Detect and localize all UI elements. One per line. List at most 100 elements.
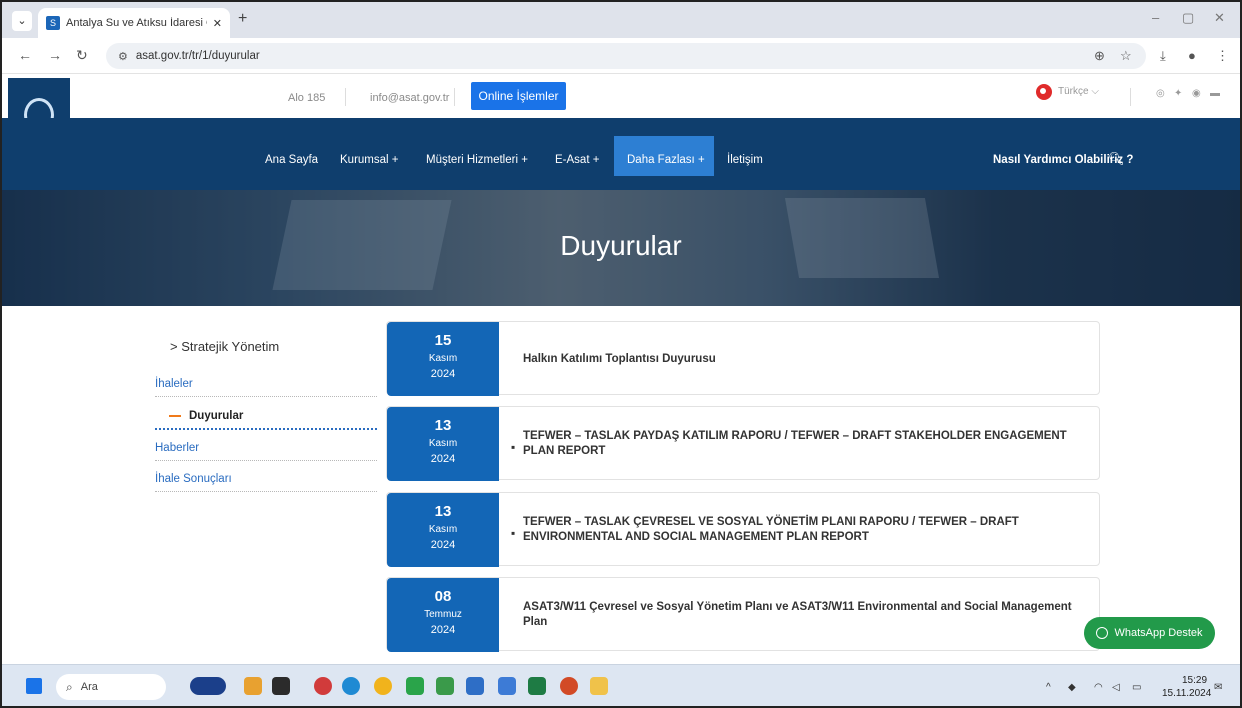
app-icon[interactable]	[406, 677, 424, 695]
divider	[1130, 88, 1131, 106]
announcement-title[interactable]: TEFWER – TASLAK PAYDAŞ KATILIM RAPORU / …	[523, 407, 1083, 481]
sidebar-heading[interactable]: > Stratejik Yönetim	[170, 339, 279, 354]
nav-daha-fazlasi[interactable]: Daha Fazlası +	[627, 154, 705, 166]
date-badge: 15 Kasım 2024	[387, 322, 499, 396]
nav-ana-sayfa[interactable]: Ana Sayfa	[265, 154, 318, 166]
download-icon[interactable]: ⤓	[1160, 48, 1166, 64]
app-icon[interactable]	[244, 677, 262, 695]
facebook-icon[interactable]: ◉	[1192, 88, 1201, 99]
close-window-icon[interactable]: ✕	[1214, 10, 1225, 26]
date-badge: 08 Temmuz 2024	[387, 578, 499, 652]
announcement-card[interactable]: 13 Kasım 2024 ▪ TEFWER – TASLAK ÇEVRESEL…	[386, 492, 1100, 567]
announcement-title[interactable]: Halkın Katılımı Toplantısı Duyurusu	[523, 322, 1083, 396]
nav-e-asat[interactable]: E-Asat +	[555, 154, 599, 166]
chevron-right-icon: >	[170, 339, 178, 354]
bullet-icon: ▪	[511, 526, 516, 540]
sidebar-item-duyurular[interactable]: Duyurular	[155, 410, 377, 430]
instagram-icon[interactable]: ◎	[1156, 88, 1165, 99]
battery-icon[interactable]: ▭	[1132, 682, 1141, 693]
bullet-icon: ▪	[511, 440, 516, 454]
site-info-icon[interactable]: ⚙	[118, 50, 128, 63]
date-year: 2024	[430, 624, 456, 636]
date-year: 2024	[430, 453, 456, 465]
divider	[454, 88, 455, 106]
date-month: Kasım	[428, 438, 458, 449]
minimize-icon[interactable]: –	[1152, 10, 1159, 25]
date-month: Temmuz	[424, 609, 462, 620]
browser-menu-icon[interactable]: ⋮	[1216, 48, 1229, 64]
twitter-icon[interactable]: ✦	[1174, 88, 1182, 99]
taskbar-search[interactable]: ⌕ Ara	[56, 674, 166, 700]
address-bar[interactable]: ⚙ asat.gov.tr/tr/1/duyurular	[106, 43, 1146, 69]
search-icon[interactable]: 🔍︎	[1108, 151, 1125, 167]
announcement-title[interactable]: TEFWER – TASLAK ÇEVRESEL VE SOSYAL YÖNET…	[523, 493, 1083, 567]
email-link[interactable]: info@asat.gov.tr	[370, 92, 449, 104]
bookmark-star-icon[interactable]: ☆	[1120, 48, 1132, 64]
windows-taskbar	[2, 664, 1240, 706]
powerpoint-icon[interactable]	[560, 677, 578, 695]
file-explorer-icon[interactable]	[590, 677, 608, 695]
date-day: 15	[434, 332, 452, 349]
whatsapp-support-button[interactable]: WhatsApp Destek	[1084, 617, 1215, 649]
screenshot-frame: ⌄ S Antalya Su ve Atıksu İdaresi Ge ✕ + …	[0, 0, 1242, 708]
nav-iletisim[interactable]: İletişim	[727, 154, 763, 166]
online-islemler-button[interactable]: Online İşlemler	[471, 82, 566, 110]
sidebar-item-label: Duyurular	[189, 410, 244, 422]
announcement-card[interactable]: 13 Kasım 2024 ▪ TEFWER – TASLAK PAYDAŞ K…	[386, 406, 1100, 481]
restore-icon[interactable]: ▢	[1182, 10, 1194, 26]
date-month: Kasım	[428, 524, 458, 535]
language-selector[interactable]: Türkçe ⌵	[1058, 86, 1099, 97]
zoom-icon[interactable]: ⊕	[1094, 48, 1105, 64]
browser-tab-bar: ⌄ S Antalya Su ve Atıksu İdaresi Ge ✕ + …	[2, 2, 1240, 38]
volume-icon[interactable]: ◁	[1112, 682, 1120, 693]
forward-icon[interactable]: →	[48, 47, 62, 63]
browser-tab[interactable]: S Antalya Su ve Atıksu İdaresi Ge ✕	[38, 8, 230, 38]
profile-icon[interactable]: ●	[1188, 48, 1196, 63]
back-icon[interactable]: ←	[18, 47, 32, 63]
nav-kurumsal[interactable]: Kurumsal +	[340, 154, 398, 166]
tab-close-icon[interactable]: ✕	[213, 17, 222, 30]
sidebar-item-ihaleler[interactable]: İhaleler	[155, 378, 377, 397]
nav-musteri-hizmetleri[interactable]: Müşteri Hizmetleri +	[426, 154, 528, 166]
app-icon[interactable]	[466, 677, 484, 695]
tray-chevron-icon[interactable]: ^	[1046, 682, 1051, 693]
phone-link[interactable]: Alo 185	[288, 92, 325, 104]
date-day: 13	[434, 503, 452, 520]
edge-icon[interactable]	[342, 677, 360, 695]
clock-date[interactable]: 15.11.2024	[1162, 688, 1211, 699]
tray-app-icon[interactable]: ◆	[1068, 682, 1076, 693]
youtube-icon[interactable]: ▬	[1210, 88, 1220, 99]
task-view-icon[interactable]	[272, 677, 290, 695]
date-day: 13	[434, 417, 452, 434]
app-icon[interactable]	[436, 677, 454, 695]
windows-start-icon[interactable]	[26, 678, 42, 694]
notification-app-icon[interactable]	[314, 677, 332, 695]
tab-search-icon[interactable]: ⌄	[12, 11, 32, 31]
address-row: ← → ↻ ⚙ asat.gov.tr/tr/1/duyurular ⊕ ☆ ⤓…	[2, 38, 1240, 74]
site-favicon-icon: S	[46, 16, 60, 30]
news-widget-icon[interactable]	[190, 677, 226, 695]
announcement-title[interactable]: ASAT3/W11 Çevresel ve Sosyal Yönetim Pla…	[523, 578, 1083, 652]
excel-icon[interactable]	[528, 677, 546, 695]
new-tab-button[interactable]: +	[238, 10, 247, 28]
clock-time[interactable]: 15:29	[1182, 675, 1207, 686]
wifi-icon[interactable]: ◠	[1094, 682, 1103, 693]
sidebar-heading-label: Stratejik Yönetim	[181, 339, 280, 354]
page-title: Duyurular	[560, 230, 682, 261]
announcement-card[interactable]: 08 Temmuz 2024 ASAT3/W11 Çevresel ve Sos…	[386, 577, 1100, 652]
reload-icon[interactable]: ↻	[76, 47, 88, 64]
date-badge: 13 Kasım 2024	[387, 493, 499, 567]
date-year: 2024	[430, 539, 456, 551]
url-text: asat.gov.tr/tr/1/duyurular	[135, 50, 260, 62]
announcement-card[interactable]: 15 Kasım 2024 Halkın Katılımı Toplantısı…	[386, 321, 1100, 396]
sidebar-item-haberler[interactable]: Haberler	[155, 442, 377, 461]
chrome-icon[interactable]	[374, 677, 392, 695]
date-badge: 13 Kasım 2024	[387, 407, 499, 481]
sidebar-item-ihale-sonuclari[interactable]: İhale Sonuçları	[155, 473, 377, 492]
date-year: 2024	[430, 368, 456, 380]
whatsapp-label: WhatsApp Destek	[1114, 627, 1203, 639]
app-icon[interactable]	[498, 677, 516, 695]
notification-bell-icon[interactable]: ✉	[1214, 682, 1222, 693]
whatsapp-icon	[1096, 627, 1109, 639]
taskbar-search-label: Ara	[80, 681, 98, 693]
